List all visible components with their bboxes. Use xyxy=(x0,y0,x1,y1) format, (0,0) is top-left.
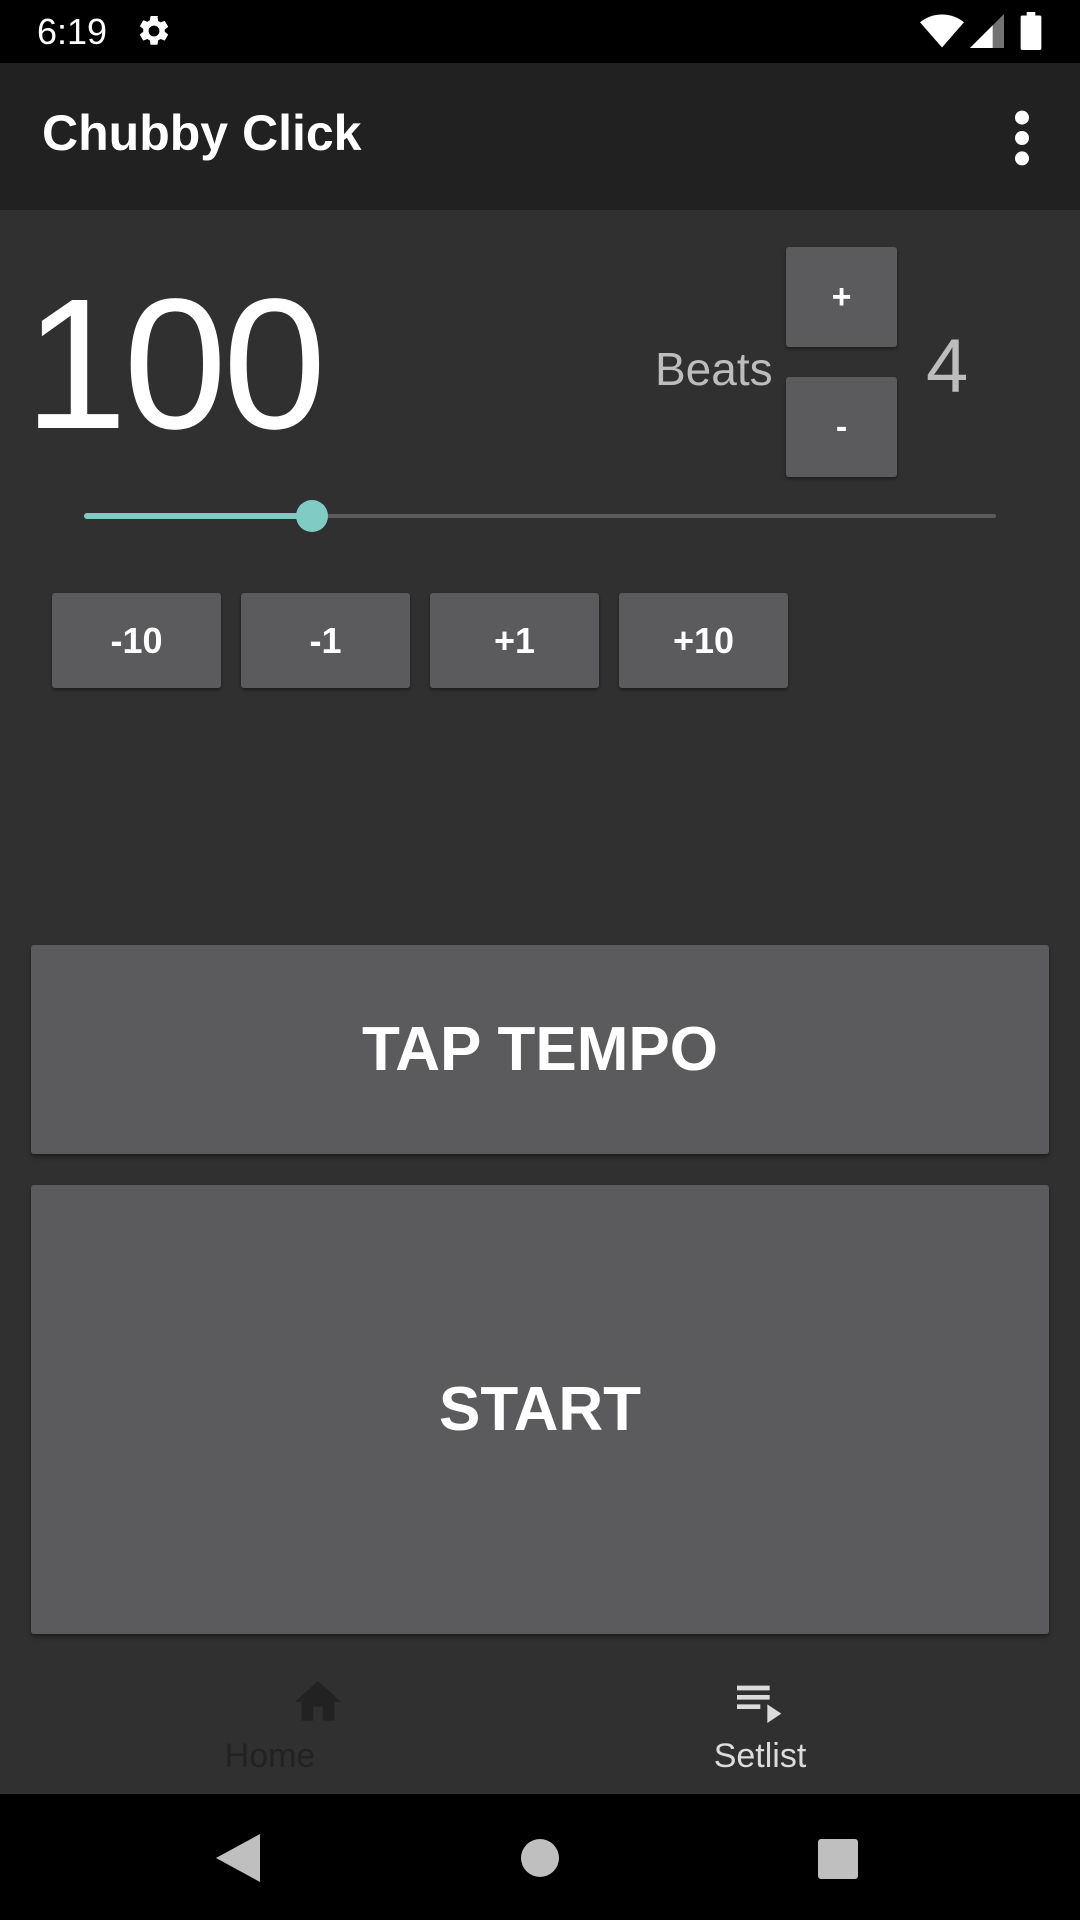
start-button[interactable]: START xyxy=(31,1185,1049,1634)
tempo-minus-1-button[interactable]: -1 xyxy=(241,593,410,688)
beats-decrease-button[interactable]: - xyxy=(786,377,897,477)
home-circle-icon[interactable] xyxy=(521,1839,559,1877)
tap-tempo-button[interactable]: TAP TEMPO xyxy=(31,945,1049,1154)
gear-icon xyxy=(139,15,169,45)
tempo-slider[interactable] xyxy=(84,500,996,532)
beats-increase-button[interactable]: + xyxy=(786,247,897,347)
system-navigation-bar xyxy=(0,1794,1080,1920)
nav-label-home: Home xyxy=(224,1737,316,1775)
app-title: Chubby Click xyxy=(42,105,362,161)
battery-icon xyxy=(1020,12,1042,50)
recents-icon[interactable] xyxy=(818,1839,858,1879)
playlist-icon xyxy=(737,1685,782,1723)
tempo-plus-10-button[interactable]: +10 xyxy=(619,593,788,688)
bpm-display: 100 xyxy=(24,261,326,468)
beats-value: 4 xyxy=(926,324,969,409)
app-bar: Chubby Click xyxy=(0,63,1080,210)
tempo-plus-1-button[interactable]: +1 xyxy=(430,593,599,688)
home-icon xyxy=(294,1681,342,1721)
nav-item-home[interactable]: Home xyxy=(48,1648,588,1794)
wifi-icon xyxy=(920,14,964,48)
nav-item-setlist[interactable]: Setlist xyxy=(540,1648,1080,1794)
bottom-navigation: Home Setlist xyxy=(0,1648,1080,1794)
tempo-minus-10-button[interactable]: -10 xyxy=(52,593,221,688)
back-icon[interactable] xyxy=(216,1834,260,1882)
more-vert-icon[interactable] xyxy=(1003,103,1041,173)
slider-thumb[interactable] xyxy=(296,500,328,532)
beats-label: Beats xyxy=(655,343,773,395)
status-bar: 6:19 xyxy=(0,0,1080,63)
signal-icon xyxy=(970,14,1004,48)
slider-fill xyxy=(84,513,312,519)
status-time: 6:19 xyxy=(37,11,108,52)
nav-label-setlist: Setlist xyxy=(713,1737,807,1775)
